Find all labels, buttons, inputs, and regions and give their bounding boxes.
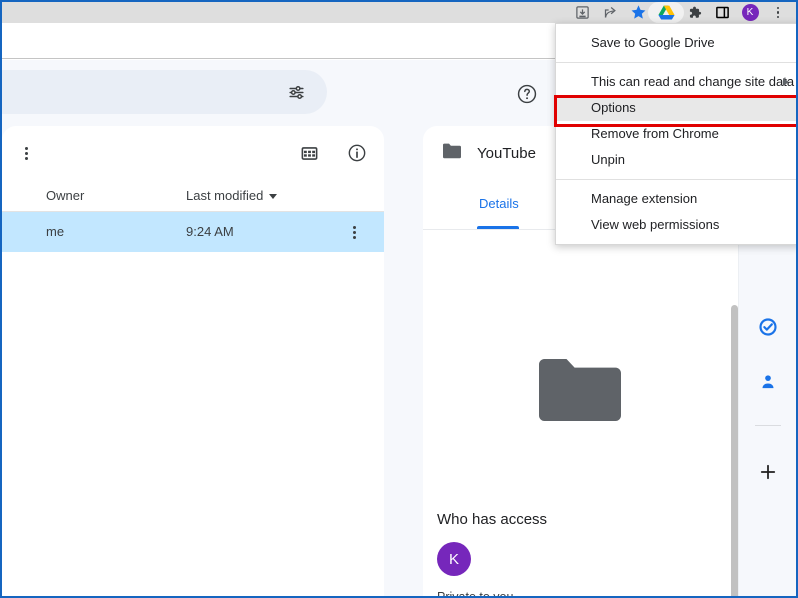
menu-item-site-data[interactable]: This can read and change site data — [556, 69, 796, 95]
info-circle-icon[interactable] — [344, 140, 370, 166]
help-circle-icon[interactable] — [516, 83, 540, 107]
menu-item-site-data-label: This can read and change site data — [591, 74, 795, 89]
row-more-vertical-icon[interactable] — [342, 220, 366, 244]
menu-item-unpin[interactable]: Unpin — [556, 147, 796, 173]
google-tasks-icon[interactable] — [756, 315, 780, 339]
avatar-initial: K — [741, 4, 759, 21]
who-has-access-heading: Who has access — [437, 511, 548, 528]
profile-avatar[interactable]: K — [736, 2, 764, 23]
details-title: YouTube — [477, 144, 536, 162]
browser-window: K Owner Last modified me 9:24 AM YouTube… — [0, 0, 798, 598]
install-app-icon[interactable] — [568, 2, 596, 23]
cell-owner: me — [46, 224, 65, 239]
google-contacts-icon[interactable] — [756, 370, 780, 394]
menu-item-manage-extension[interactable]: Manage extension — [556, 186, 796, 212]
access-avatar-initial: K — [448, 550, 459, 568]
view-controls — [296, 140, 370, 166]
toolbar-icon-group: K — [568, 2, 792, 23]
browser-toolbar: K — [2, 2, 796, 23]
menu-separator — [556, 62, 796, 63]
access-note: Private to you — [437, 590, 514, 598]
tune-icon[interactable] — [283, 79, 309, 105]
details-scrollbar[interactable] — [731, 305, 738, 596]
extensions-puzzle-icon[interactable] — [680, 2, 708, 23]
extension-context-menu: Save to Google Drive This can read and c… — [555, 23, 796, 245]
column-header-owner-label: Owner — [46, 188, 85, 203]
menu-item-view-web-permissions[interactable]: View web permissions — [556, 212, 796, 238]
table-header-row: Owner Last modified — [2, 180, 384, 212]
column-header-last-modified-label: Last modified — [186, 188, 264, 203]
grid-view-icon[interactable] — [296, 140, 322, 166]
table-body: me 9:24 AM — [2, 212, 384, 252]
side-panel-icon[interactable] — [708, 2, 736, 23]
file-list-toolbar — [2, 126, 384, 180]
menu-separator — [556, 179, 796, 180]
google-drive-extension-icon[interactable] — [648, 2, 684, 23]
folder-icon — [441, 142, 463, 165]
file-list-panel: Owner Last modified me 9:24 AM — [2, 126, 384, 596]
add-shortcut-icon[interactable] — [756, 460, 780, 484]
column-header-last-modified[interactable]: Last modified — [186, 188, 278, 203]
column-header-owner[interactable]: Owner — [46, 188, 84, 203]
access-avatar[interactable]: K — [437, 542, 471, 576]
folder-large-icon — [539, 358, 621, 422]
tab-details[interactable]: Details — [479, 194, 519, 230]
search-input[interactable] — [2, 70, 327, 114]
more-vertical-icon[interactable] — [14, 141, 38, 165]
share-icon[interactable] — [596, 2, 624, 23]
who-has-access-section: Who has access K Private to you Manage a… — [437, 511, 739, 598]
chrome-menu-icon[interactable] — [764, 2, 792, 23]
chevron-right-icon — [783, 78, 789, 86]
menu-item-remove-from-chrome[interactable]: Remove from Chrome — [556, 121, 796, 147]
cell-last-modified: 9:24 AM — [186, 224, 234, 239]
menu-item-options[interactable]: Options — [556, 95, 796, 121]
sort-caret-icon — [269, 193, 278, 199]
rail-divider — [755, 425, 781, 426]
menu-item-save-to-google-drive[interactable]: Save to Google Drive — [556, 30, 796, 56]
tab-active-indicator — [477, 226, 519, 229]
table-row[interactable]: me 9:24 AM — [2, 212, 384, 252]
